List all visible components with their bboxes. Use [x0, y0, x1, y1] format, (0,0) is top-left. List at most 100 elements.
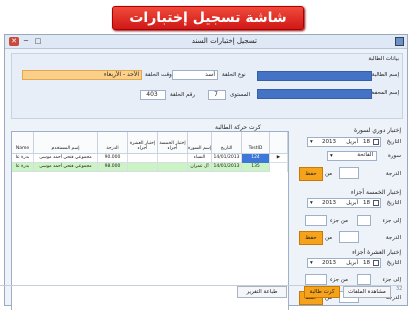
memorizer-name-label: إسم المحفظة [367, 90, 399, 96]
level-field[interactable]: 7 [208, 90, 226, 100]
level-label: المستوى [230, 92, 251, 98]
cell-user-name[interactable]: مجموعي فتحي أحمد موسى [34, 163, 98, 172]
cell-score[interactable]: 98.000 [98, 163, 128, 172]
date-month: أبريل [346, 260, 358, 266]
memorizer-name-field[interactable] [257, 89, 372, 99]
ten-date-label: التاريخ [386, 260, 401, 266]
ten-date-picker[interactable]: 18 أبريل 2013 ▾ [307, 258, 381, 268]
header-score[interactable]: الدرجة [98, 132, 128, 154]
student-data-group: بيانات الطالبة إسم الطالبة إسم المحفظة ن… [11, 53, 403, 119]
cell-five-parts[interactable] [158, 154, 188, 163]
ten-from-label: من جزء [330, 277, 348, 283]
periodic-date-picker[interactable]: 18 أبريل 2013 ▾ [307, 137, 381, 147]
row-selector[interactable] [270, 163, 288, 172]
periodic-date-label: التاريخ [386, 139, 401, 145]
student-name-label: إسم الطالبة [371, 72, 399, 78]
chevron-down-icon: ▾ [330, 153, 333, 159]
header-testid[interactable]: TestID [242, 132, 270, 154]
circle-type-label: نوع الحلقة [222, 72, 246, 78]
five-from-mini-label: من [325, 235, 333, 241]
screen-title-banner: شاشة تسجيل إختبارات السند [112, 6, 304, 48]
ten-from-input[interactable] [305, 274, 327, 285]
periodic-test-title: إختبار دوري لسورة [353, 127, 401, 134]
view-files-button[interactable]: مشاهدة الملفات [343, 286, 391, 298]
date-day: 18 [363, 200, 370, 206]
periodic-save-button[interactable]: حفظ [299, 167, 323, 181]
header-sura[interactable]: إسم السورة [188, 132, 212, 154]
cell-sura[interactable]: النساء [188, 154, 212, 163]
periodic-score-input[interactable] [339, 167, 359, 179]
calendar-dropdown-icon[interactable]: ▾ [310, 260, 313, 266]
app-icon [395, 37, 404, 46]
header-five-parts[interactable]: إختبار الخمسة أجزاء [158, 132, 188, 154]
cell-user-name[interactable]: مجموعي فتحي أحمد موسى [34, 154, 98, 163]
date-year: 2013 [322, 200, 336, 206]
main-window: تسجيل إختبارات السند ✕ ─ □ بيانات الطالب… [4, 34, 408, 310]
sura-select-value: الفاتحة [357, 152, 373, 158]
date-year: 2013 [322, 139, 336, 145]
student-card-button[interactable]: كرت طالبة [304, 286, 340, 298]
header-date[interactable]: التاريخ [212, 132, 242, 154]
screen: { "banner": { "title": "شاشة تسجيل إختبا… [0, 0, 413, 310]
table-row[interactable]: 135 14/01/2013 آل عمران 98.000 مجموعي فت… [12, 163, 288, 172]
ten-to-input[interactable] [357, 274, 371, 285]
periodic-from-label: من [325, 171, 333, 177]
print-report-button[interactable]: طباعة التقرير [237, 286, 287, 298]
table-row[interactable]: ▶ 124 14/01/2013 النساء 90.000 مجموعي فت… [12, 154, 288, 163]
row-selector[interactable]: ▶ [270, 154, 288, 163]
five-to-input[interactable] [357, 215, 371, 226]
cell-five-parts[interactable] [158, 163, 188, 172]
date-year: 2013 [322, 260, 336, 266]
minimize-button[interactable]: ─ [21, 37, 31, 46]
five-score-input[interactable] [339, 231, 359, 243]
footer-divider [0, 285, 402, 286]
close-button[interactable]: ✕ [9, 37, 19, 46]
circle-number-field[interactable]: 403 [140, 90, 166, 100]
five-score-label: الدرجة [385, 235, 401, 241]
cell-name[interactable]: بدرة عا [12, 154, 34, 163]
date-checkbox[interactable] [373, 200, 379, 206]
calendar-dropdown-icon[interactable]: ▾ [310, 139, 313, 145]
periodic-score-label: الدرجة [385, 171, 401, 177]
five-save-button[interactable]: حفظ [299, 231, 323, 245]
cell-score[interactable]: 90.000 [98, 154, 128, 163]
header-name[interactable]: Name [12, 132, 34, 154]
five-date-picker[interactable]: 18 أبريل 2013 ▾ [307, 198, 381, 208]
sura-select[interactable]: الفاتحة ▾ [327, 151, 377, 161]
circle-time-label: وقت الحلقة [145, 72, 172, 78]
window-title: تسجيل إختبارات السند [191, 37, 257, 45]
cell-ten-parts[interactable] [128, 154, 158, 163]
five-to-label: إلى جزء [382, 218, 401, 224]
calendar-dropdown-icon[interactable]: ▾ [310, 200, 313, 206]
date-month: أبريل [346, 139, 358, 145]
date-checkbox[interactable] [373, 139, 379, 145]
student-card-title: كرت حركة الطالبة [215, 124, 261, 131]
five-from-input[interactable] [305, 215, 327, 226]
student-name-field[interactable] [257, 71, 372, 81]
cell-name[interactable]: بدرة عا [12, 163, 34, 172]
five-from-label: من جزء [330, 218, 348, 224]
cell-testid[interactable]: 135 [242, 163, 270, 172]
date-day: 18 [363, 139, 370, 145]
grid-row-header [270, 132, 288, 154]
cell-testid[interactable]: 124 [242, 154, 270, 163]
activity-grid[interactable]: TestID التاريخ إسم السورة إختبار الخمسة … [11, 131, 289, 310]
header-user-name[interactable]: إسم المستخدم [34, 132, 98, 154]
cell-ten-parts[interactable] [128, 163, 158, 172]
maximize-button[interactable]: □ [33, 37, 43, 46]
circle-type-field[interactable]: أسد [172, 70, 218, 80]
cell-date[interactable]: 14/01/2013 [212, 163, 242, 172]
window-titlebar: تسجيل إختبارات السند ✕ ─ □ [5, 35, 407, 49]
date-checkbox[interactable] [373, 260, 379, 266]
student-group-label: بيانات الطالبة [368, 56, 399, 62]
page-number: 32 [396, 286, 403, 292]
circle-time-field[interactable]: الأحد - الأربعاء [22, 70, 142, 80]
ten-to-label: إلى جزء [382, 277, 401, 283]
five-date-label: التاريخ [386, 200, 401, 206]
ten-parts-title: إختبار العشرة أجزاء [352, 249, 401, 256]
header-ten-parts[interactable]: إختبار العشرة أجزاء [128, 132, 158, 154]
sura-label: سورة [388, 153, 401, 159]
date-day: 18 [363, 260, 370, 266]
cell-sura[interactable]: آل عمران [188, 163, 212, 172]
cell-date[interactable]: 14/01/2013 [212, 154, 242, 163]
